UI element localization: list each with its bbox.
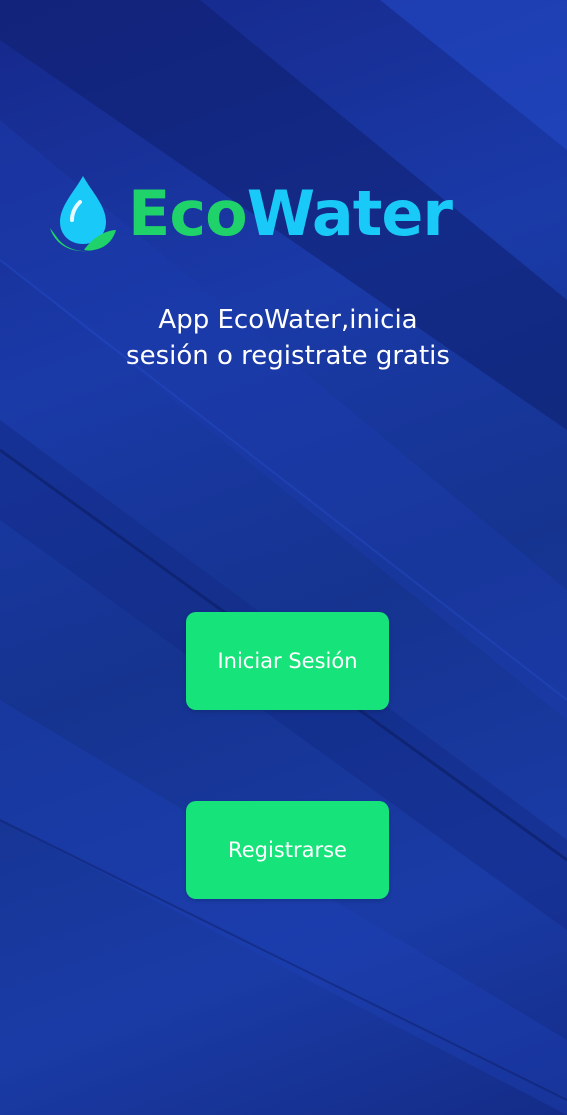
welcome-screen: EcoWater App EcoWater,inicia sesión o re… [0,0,567,1115]
brand-name-eco: Eco [128,177,248,250]
water-drop-leaf-icon [50,176,116,252]
ecowater-logo: EcoWater [48,172,528,258]
subtitle-line-1: App EcoWater,inicia [158,305,418,335]
register-button[interactable]: Registrarse [186,801,389,899]
login-button[interactable]: Iniciar Sesión [186,612,389,710]
welcome-subtitle: App EcoWater,inicia sesión o registrate … [60,302,516,374]
brand-name: EcoWater [128,174,453,254]
subtitle-line-2: sesión o registrate gratis [126,341,450,371]
brand-name-water: Water [246,177,453,250]
background-stripes [0,0,567,1115]
